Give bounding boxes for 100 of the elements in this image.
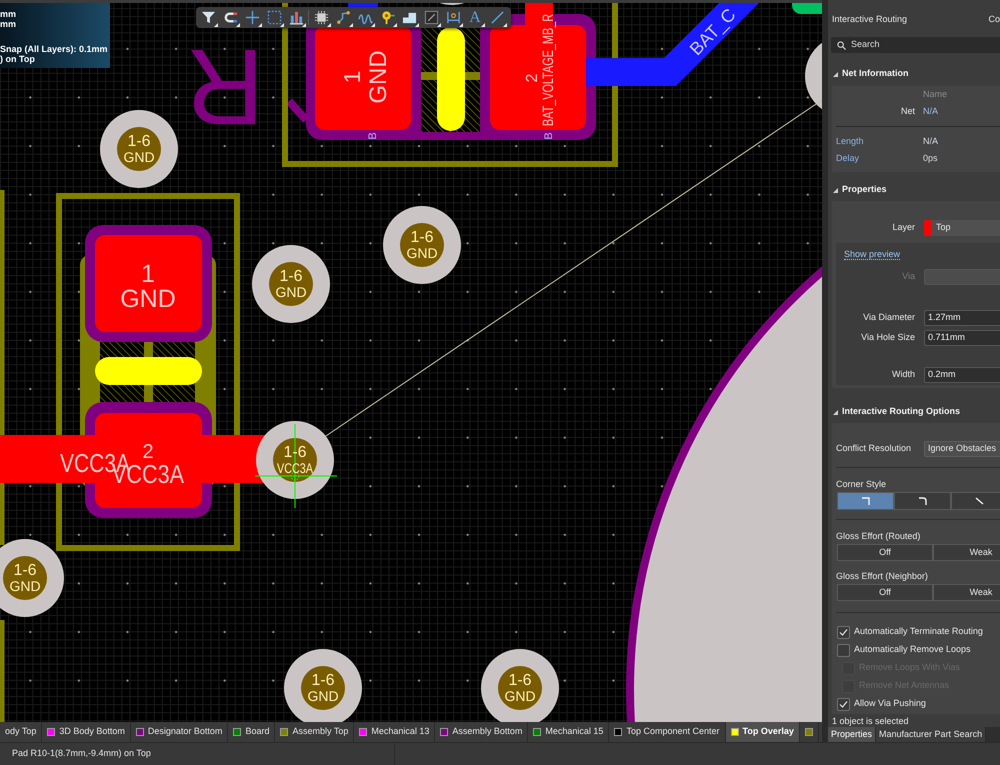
- dropdown-corner-icon: [415, 23, 419, 27]
- layer-tab-label: Mechanical 15: [545, 725, 604, 738]
- checkbox[interactable]: [837, 644, 850, 656]
- search-field[interactable]: Search: [831, 37, 1000, 53]
- layer-tab-label: Board: [245, 725, 270, 738]
- rounded-corner-icon: [917, 496, 928, 506]
- value-field[interactable]: 0.711mm: [924, 330, 1000, 346]
- overlay-mark: B: [543, 132, 555, 140]
- line-icon: [490, 10, 504, 25]
- field-label: Gloss Effort (Routed): [835, 530, 922, 542]
- gloss-effort-option[interactable]: Off: [837, 584, 933, 601]
- pad-number: 1: [339, 70, 365, 84]
- pad-net-label: GND: [120, 285, 176, 313]
- field-label: Corner Style: [835, 478, 888, 490]
- section-header[interactable]: Net Information: [828, 66, 908, 82]
- checkbox-label: Automatically Remove Loops: [854, 643, 971, 656]
- triangle-icon: [833, 72, 838, 76]
- layer-tab-label: 3D Body Bottom: [59, 725, 125, 738]
- show-preview-link[interactable]: Show preview: [844, 248, 900, 260]
- text-button[interactable]: A: [464, 7, 486, 28]
- bar-chart-icon: [288, 10, 304, 25]
- layer-tab-label: Top Overlay: [742, 725, 794, 738]
- magnet-icon: [222, 10, 238, 25]
- via-net-label: GND: [9, 578, 41, 594]
- info-text: mm: [0, 9, 18, 19]
- via-layer-label: 1-6: [13, 562, 37, 579]
- gloss-effort-option[interactable]: Off: [837, 544, 933, 561]
- pad-number: 1: [141, 260, 155, 288]
- corner-style-button[interactable]: [894, 492, 951, 510]
- dropdown-corner-icon: [459, 23, 463, 27]
- dropdown-corner-icon: [280, 23, 284, 27]
- checkbox[interactable]: [837, 698, 850, 710]
- dropdown-corner-icon: [371, 23, 375, 27]
- status-text: Pad R10-1(8.7mm,-9.4mm) on Top: [12, 747, 151, 760]
- section-header[interactable]: Interactive Routing Options: [828, 404, 960, 420]
- filter-icon: [200, 10, 216, 25]
- layer-tab-label: Top Component Center: [626, 725, 720, 738]
- via-layer-label: 1-6: [311, 672, 335, 689]
- square-corner-icon: [860, 496, 871, 506]
- step-shape-icon: [402, 10, 416, 25]
- via-net-label: GND: [406, 245, 438, 261]
- pad-net-label: BAT_VOLTAGE_MB_R: [539, 14, 556, 126]
- field-value: N/A: [923, 135, 938, 148]
- layer-tab-label: ody Top: [5, 725, 36, 738]
- value-field[interactable]: 0.2mm: [924, 367, 1000, 383]
- checkbox-label: Automatically Terminate Routing: [854, 625, 983, 638]
- dropdown-corner-icon: [258, 23, 262, 27]
- dropdown-corner-icon: [349, 23, 353, 27]
- dropdown-corner-icon: [503, 23, 507, 27]
- info-text: Snap (All Layers): 0.1mm: [0, 44, 109, 54]
- search-icon: [837, 40, 846, 50]
- dashed-square-icon: [266, 10, 282, 25]
- crosshair-icon: [254, 424, 338, 508]
- corner-style-button[interactable]: [837, 492, 894, 510]
- via-net-label: GND: [307, 688, 339, 704]
- field-value: N/A: [923, 105, 938, 118]
- checkbox-label: Allow Via Pushing: [854, 697, 926, 710]
- gloss-effort-option[interactable]: Weak: [933, 584, 1000, 601]
- field-label: Layer: [891, 221, 915, 234]
- value-field[interactable]: 1.27mm: [924, 310, 1000, 326]
- layer-tab-label: Mechanical 13: [371, 725, 430, 738]
- panel-tab[interactable]: Properties: [828, 727, 876, 742]
- gloss-effort-option[interactable]: Weak: [933, 544, 1000, 561]
- section-header[interactable]: Properties: [828, 182, 887, 198]
- pad-net-label: GND: [365, 50, 392, 104]
- panel-tab-label[interactable]: Co: [988, 13, 1000, 34]
- via-layer-label: 1-6: [279, 268, 303, 285]
- overlay-mark: B: [367, 132, 379, 140]
- via-net-label: GND: [275, 284, 307, 300]
- pin-icon: [380, 10, 394, 25]
- dropdown-corner-icon: [393, 23, 397, 27]
- dropdown-corner-icon: [302, 23, 306, 27]
- check-icon: [839, 628, 848, 636]
- bracket-icon: [446, 10, 460, 25]
- check-icon: [839, 700, 848, 708]
- via-net-label: GND: [123, 149, 155, 165]
- field-label: Via Hole Size: [860, 331, 915, 344]
- selection-status: 1 object is selected: [831, 715, 910, 727]
- plus-icon: [244, 10, 260, 25]
- triangle-icon: [833, 410, 838, 414]
- dropdown-corner-icon: [236, 23, 240, 27]
- conflict-resolution-dropdown[interactable]: Ignore Obstacles: [924, 441, 1000, 457]
- info-text: ) on Top: [0, 54, 36, 64]
- field-label: Via: [901, 270, 915, 284]
- via-layer-label: 1-6: [508, 672, 532, 689]
- layer-tab-label: Assembly Bottom: [452, 725, 522, 738]
- layer-tab[interactable]: Top Overlay: [726, 722, 800, 742]
- field-label: Length: [836, 135, 865, 148]
- triangle-icon: [833, 188, 838, 192]
- checkbox[interactable]: [837, 626, 850, 638]
- layer-dropdown[interactable]: Top: [924, 220, 1000, 236]
- pad-number: 2: [142, 441, 154, 463]
- dropdown-corner-icon: [481, 23, 485, 27]
- field-label: Via Diameter: [862, 311, 915, 324]
- panel-tab[interactable]: Manufacturer Part Search: [876, 727, 986, 742]
- via-layer-label: 1-6: [127, 133, 151, 150]
- square-diagonal-icon: [424, 10, 438, 25]
- pad-number: 2: [524, 74, 541, 82]
- field-label: Width: [890, 368, 915, 382]
- panel-title: Interactive Routing: [832, 13, 908, 26]
